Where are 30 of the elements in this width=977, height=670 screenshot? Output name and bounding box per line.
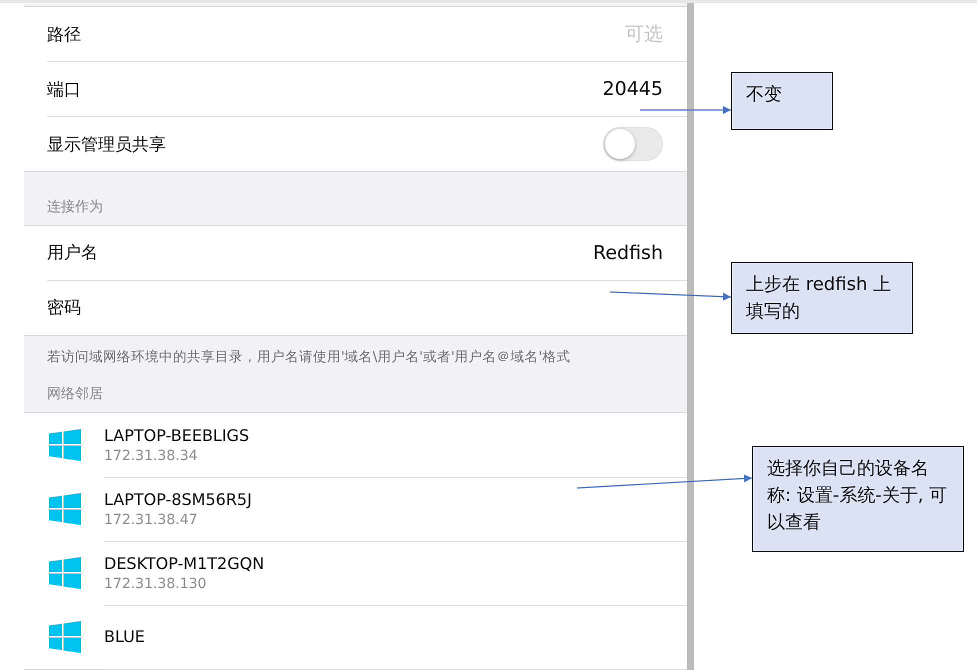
- setting-label: 端口: [47, 78, 81, 101]
- device-item[interactable]: LAPTOP-8SM56R5J 172.31.38.47: [24, 477, 687, 541]
- annotation-note: 上步在 redfish 上填写的: [731, 262, 913, 334]
- windows-icon: [49, 493, 81, 525]
- section-header: 网络邻居: [46, 385, 104, 404]
- setting-input-field[interactable]: 20445: [463, 78, 663, 100]
- setting-input-field[interactable]: 可选: [463, 23, 663, 46]
- setting-label: 显示管理员共享: [47, 134, 166, 156]
- windows-icon: [49, 557, 81, 589]
- setting-label: 路径: [47, 24, 81, 46]
- device-ip: 172.31.38.130: [104, 576, 208, 592]
- section-header: 连接作为: [46, 198, 104, 217]
- setting-input-field[interactable]: Redfish: [463, 242, 663, 264]
- device-ip: 172.31.38.34: [104, 448, 199, 464]
- annotation-note: 选择你自己的设备名称: 设置-系统-关于, 可以查看: [752, 446, 964, 552]
- windows-icon: [49, 621, 81, 653]
- device-name: LAPTOP-BEEBLIGS: [104, 426, 250, 444]
- windows-icon: [49, 429, 81, 461]
- setting-label: 密码: [47, 297, 81, 320]
- device-name: BLUE: [104, 627, 146, 646]
- device-name: LAPTOP-8SM56R5J: [104, 490, 253, 508]
- device-item[interactable]: BLUE: [24, 605, 687, 669]
- annotation-note: 不变: [731, 72, 833, 130]
- device-ip: 172.31.38.47: [104, 512, 199, 528]
- device-item[interactable]: DESKTOP-M1T2GQN 172.31.38.130: [24, 541, 687, 605]
- device-name: DESKTOP-M1T2GQN: [104, 554, 266, 572]
- setting-label: 用户名: [47, 242, 98, 264]
- device-item[interactable]: LAPTOP-BEEBLIGS 172.31.38.34: [24, 413, 687, 477]
- toggle-switch[interactable]: [603, 127, 663, 162]
- section-footer-note: 若访问域网络环境中的共享目录，用户名请使用'域名\用户名'或者'用户名＠域名'格式: [46, 348, 572, 366]
